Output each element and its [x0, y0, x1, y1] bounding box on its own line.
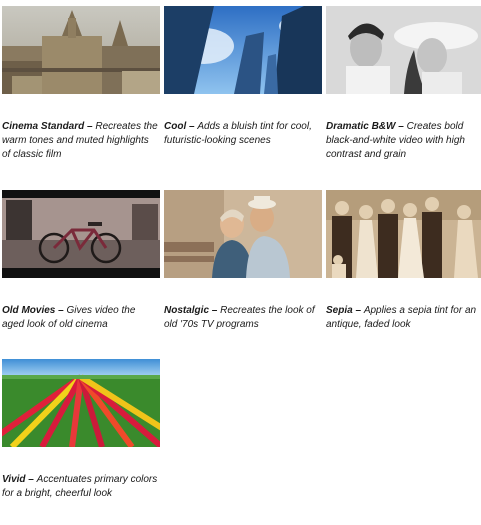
effect-caption-cool: Cool – Adds a bluish tint for cool, futu…: [164, 121, 312, 146]
effect-card-vivid[interactable]: Vivid – Accentuates primary colors for a…: [2, 359, 160, 499]
effect-caption-nostalgic: Nostalgic – Recreates the look of old '7…: [164, 305, 315, 330]
effect-title: Dramatic B&W: [326, 121, 396, 132]
effect-title: Nostalgic: [164, 305, 210, 316]
effect-caption-old-movies: Old Movies – Gives video the aged look o…: [2, 305, 136, 330]
bicycle-photo[interactable]: [2, 190, 160, 278]
effect-card-cinema-standard[interactable]: Cinema Standard – Recreates the warm ton…: [2, 6, 160, 160]
effect-title: Cool: [164, 121, 187, 132]
effect-title: Vivid: [2, 474, 26, 485]
effect-title: Sepia: [326, 305, 353, 316]
effect-caption-dramatic-bw: Dramatic B&W – Creates bold black-and-wh…: [326, 121, 465, 160]
effect-caption-sepia: Sepia – Applies a sepia tint for an anti…: [326, 305, 477, 330]
effect-card-cool[interactable]: Cool – Adds a bluish tint for cool, futu…: [164, 6, 322, 146]
effect-caption-vivid: Vivid – Accentuates primary colors for a…: [2, 474, 158, 499]
effect-caption-cinema-standard: Cinema Standard – Recreates the warm ton…: [2, 121, 158, 160]
effect-title: Cinema Standard: [2, 121, 85, 132]
couple-portrait-photo[interactable]: [326, 6, 481, 94]
effects-grid: Cinema Standard – Recreates the warm ton…: [0, 0, 481, 525]
cathedral-city-photo[interactable]: [2, 6, 160, 94]
elderly-couple-photo[interactable]: [164, 190, 322, 278]
effect-card-dramatic-bw[interactable]: Dramatic B&W – Creates bold black-and-wh…: [326, 6, 481, 160]
effect-title: Old Movies: [2, 305, 56, 316]
effect-card-old-movies[interactable]: Old Movies – Gives video the aged look o…: [2, 190, 160, 330]
wedding-party-photo[interactable]: [326, 190, 481, 278]
effect-card-nostalgic[interactable]: Nostalgic – Recreates the look of old '7…: [164, 190, 322, 330]
skyscrapers-photo[interactable]: [164, 6, 322, 94]
tulip-field-photo[interactable]: [2, 359, 160, 447]
effect-card-sepia[interactable]: Sepia – Applies a sepia tint for an anti…: [326, 190, 481, 330]
